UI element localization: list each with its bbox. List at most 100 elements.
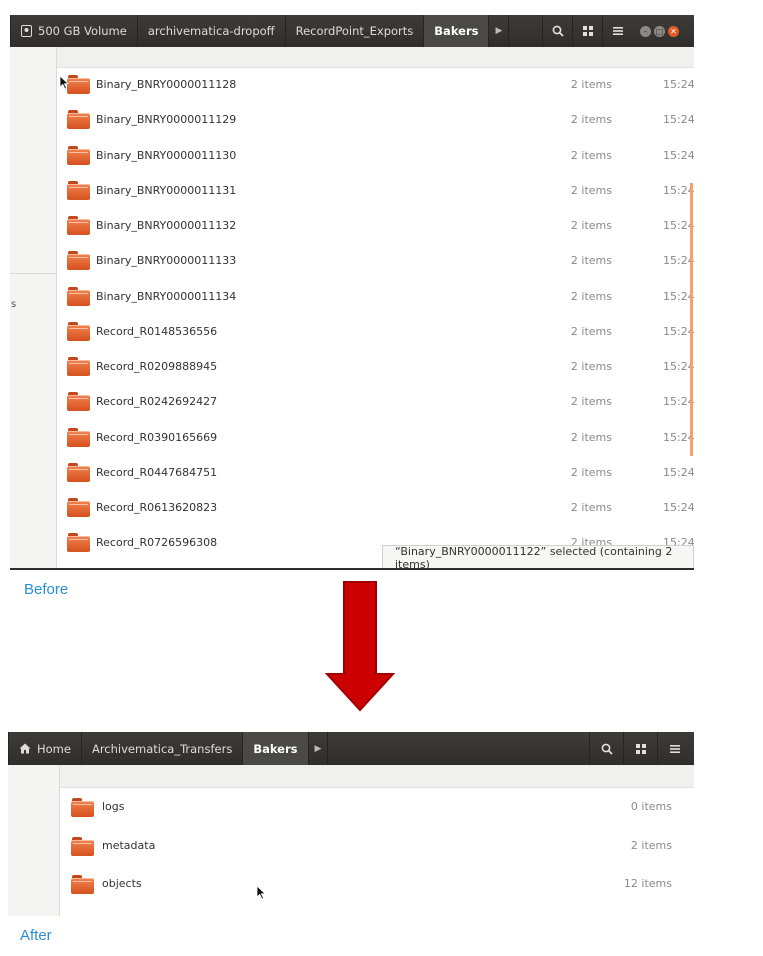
close-icon[interactable]: ✕ (668, 25, 679, 37)
file-name: metadata (102, 838, 156, 852)
hamburger-icon (612, 27, 623, 35)
status-text: “Binary_BNRY0000011122” selected (contai… (395, 545, 673, 570)
file-row[interactable]: Record_R0447684751 2 items 15:24 (10, 455, 694, 490)
file-name: Record_R0726596308 (96, 536, 218, 550)
file-row[interactable]: Record_R0242692427 2 items 15:24 (10, 384, 694, 419)
file-name: logs (102, 800, 125, 813)
before-file-manager-window: 500 GB Volume archivematica-dropoff Reco… (10, 15, 694, 570)
crumb-label: Archivematica_Transfers (91, 741, 233, 756)
crumb-label: Home (37, 741, 71, 756)
file-modified-time: 15:24 (663, 465, 694, 479)
file-name: Binary_BNRY0000011131 (96, 183, 237, 197)
header-bar: Home Archivematica_Transfers Bakers ▶ (8, 732, 694, 765)
column-header (60, 765, 694, 788)
file-size: 2 items (630, 838, 672, 852)
header-buttons: – □ ✕ (542, 15, 679, 47)
folder-icon (67, 392, 90, 412)
hamburger-icon (669, 744, 680, 753)
file-size: 2 items (570, 148, 612, 162)
crumb-archivematica-transfers[interactable]: Archivematica_Transfers (82, 732, 244, 765)
file-name: Record_R0447684751 (96, 465, 218, 479)
file-modified-time: 15:24 (663, 148, 694, 162)
folder-icon (71, 798, 94, 817)
crumb-recordpoint-exports[interactable]: RecordPoint_Exports (286, 15, 425, 47)
grid-icon (582, 26, 593, 36)
file-modified-time: 15:24 (663, 501, 694, 514)
search-button[interactable] (589, 732, 623, 765)
file-name: Binary_BNRY0000011133 (96, 254, 237, 268)
file-row[interactable]: logs 0 items (8, 788, 694, 827)
file-size: 2 items (570, 465, 612, 479)
drive-icon (21, 25, 32, 37)
down-arrow-icon (324, 581, 396, 712)
file-size: 2 items (570, 360, 612, 373)
folder-icon (67, 533, 90, 553)
file-row[interactable]: metadata 2 items (8, 827, 694, 866)
crumb-label: Bakers (253, 741, 298, 756)
file-modified-time: 15:24 (663, 78, 694, 91)
file-row[interactable]: Binary_BNRY0000011129 2 items 15:24 (10, 102, 694, 137)
file-row[interactable]: Record_R0209888945 2 items 15:24 (10, 349, 694, 384)
file-name: Record_R0390165669 (96, 430, 218, 444)
view-grid-button[interactable] (572, 15, 602, 47)
before-caption: Before (24, 581, 69, 598)
file-size: 2 items (570, 183, 612, 197)
file-size: 2 items (570, 395, 612, 409)
crumb-forward-arrow-icon[interactable]: ▶ (489, 15, 510, 47)
file-size: 2 items (570, 430, 612, 444)
folder-icon (67, 110, 90, 130)
folder-icon (67, 462, 90, 482)
file-row[interactable]: Record_R0148536556 2 items 15:24 (10, 314, 694, 349)
breadcrumb: 500 GB Volume archivematica-dropoff Reco… (10, 15, 510, 47)
file-size: 0 items (630, 800, 672, 813)
file-row[interactable]: Binary_BNRY0000011133 2 items 15:24 (10, 243, 694, 278)
maximize-icon[interactable]: □ (654, 25, 665, 37)
folder-icon (71, 836, 94, 856)
crumb-home[interactable]: Home (8, 732, 82, 765)
menu-button[interactable] (657, 732, 691, 765)
file-name: Record_R0209888945 (96, 360, 218, 373)
after-caption: After (20, 927, 52, 944)
minimize-icon[interactable]: – (640, 25, 651, 37)
search-icon (601, 743, 613, 755)
folder-icon (67, 427, 90, 447)
mouse-cursor-icon (59, 75, 69, 90)
file-row[interactable]: Binary_BNRY0000011130 2 items 15:24 (10, 138, 694, 173)
file-size: 2 items (570, 501, 612, 514)
file-name: Binary_BNRY0000011132 (96, 219, 237, 232)
file-name: objects (102, 877, 142, 890)
crumb-500gb-volume[interactable]: 500 GB Volume (10, 15, 138, 47)
home-icon (19, 743, 31, 754)
header-bar: 500 GB Volume archivematica-dropoff Reco… (10, 15, 694, 47)
crumb-forward-arrow-icon[interactable]: ▶ (309, 732, 329, 765)
file-row[interactable]: Record_R0390165669 2 items 15:24 (10, 420, 694, 455)
search-icon (552, 25, 564, 37)
window-controls: – □ ✕ (640, 25, 679, 37)
file-size: 2 items (570, 324, 612, 338)
view-grid-button[interactable] (623, 732, 657, 765)
search-button[interactable] (542, 15, 572, 47)
file-row[interactable]: Binary_BNRY0000011128 2 items 15:24 (10, 67, 694, 102)
scrollbar[interactable] (690, 183, 693, 456)
file-name: Binary_BNRY0000011130 (96, 148, 237, 162)
crumb-archivematica-dropoff[interactable]: archivematica-dropoff (138, 15, 286, 47)
grid-icon (635, 743, 646, 754)
file-name: Record_R0613620823 (96, 501, 218, 514)
file-row[interactable]: Binary_BNRY0000011131 2 items 15:24 (10, 173, 694, 208)
file-row[interactable]: Binary_BNRY0000011134 2 items 15:24 (10, 279, 694, 314)
folder-icon (67, 75, 90, 94)
crumb-bakers[interactable]: Bakers (424, 15, 490, 47)
file-row[interactable]: objects 12 items (8, 865, 694, 904)
file-name: Binary_BNRY0000011128 (96, 78, 237, 91)
menu-button[interactable] (602, 15, 632, 47)
file-row[interactable]: Record_R0613620823 2 items 15:24 (10, 490, 694, 525)
breadcrumb: Home Archivematica_Transfers Bakers ▶ (8, 732, 329, 765)
mouse-cursor-icon (256, 885, 266, 900)
file-row[interactable]: Binary_BNRY0000011132 2 items 15:24 (10, 208, 694, 243)
crumb-bakers[interactable]: Bakers (243, 732, 309, 765)
file-name: Binary_BNRY0000011129 (96, 113, 237, 127)
status-bar: “Binary_BNRY0000011122” selected (contai… (382, 545, 694, 570)
file-size: 2 items (570, 78, 612, 91)
folder-icon (67, 321, 90, 341)
folder-icon (67, 498, 90, 517)
